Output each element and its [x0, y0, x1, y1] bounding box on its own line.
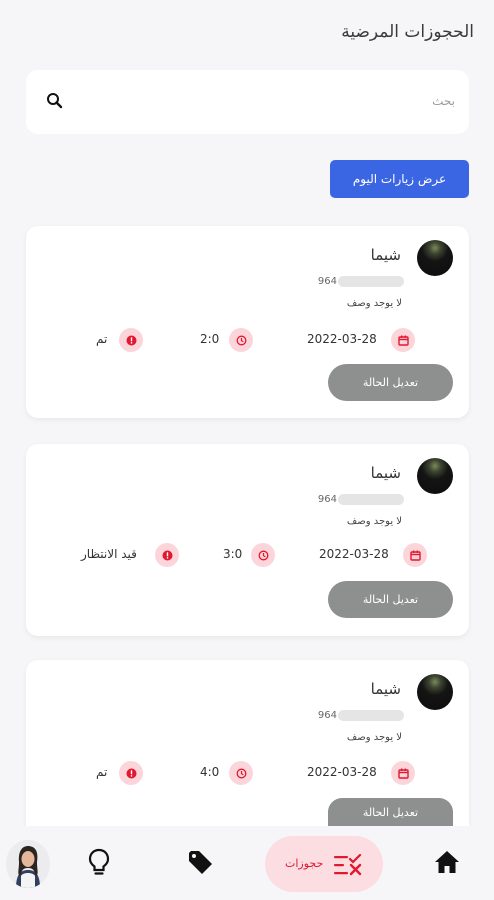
clock-icon [251, 543, 275, 567]
patient-name: شيما [370, 680, 401, 698]
edit-status-button[interactable]: تعديل الحالة [328, 798, 453, 826]
patient-name: شيما [370, 246, 401, 264]
calendar-icon [403, 543, 427, 567]
edit-status-button[interactable]: تعديل الحالة [328, 581, 453, 618]
booking-time: 4:0 [200, 765, 220, 779]
booking-time: 2:0 [200, 332, 220, 346]
clock-icon [229, 328, 253, 352]
nav-item-bookings[interactable]: حجوزات [265, 836, 383, 892]
search-icon[interactable] [46, 92, 64, 114]
patient-phone: 964 [318, 276, 404, 287]
nav-bookings-label: حجوزات [285, 857, 324, 870]
search-input[interactable]: بحث [432, 94, 455, 108]
calendar-icon [391, 761, 415, 785]
patient-avatar [417, 240, 453, 276]
bottom-navigation: حجوزات [0, 826, 494, 900]
booking-card: شيما 964 لا يوجد وصف 2022-03-28 3:0 قيد … [26, 444, 469, 636]
status-info-icon [119, 761, 143, 785]
patient-phone: 964 [318, 494, 404, 505]
booking-date: 2022-03-28 [319, 547, 389, 561]
status-info-icon [119, 328, 143, 352]
phone-redacted [338, 276, 404, 287]
page-title: الحجوزات المرضية [341, 22, 474, 42]
phone-prefix: 964 [317, 710, 337, 721]
bookings-icon [333, 853, 363, 880]
edit-status-button[interactable]: تعديل الحالة [328, 364, 453, 401]
booking-description: لا يوجد وصف [346, 298, 402, 309]
patient-avatar [417, 458, 453, 494]
booking-description: لا يوجد وصف [346, 516, 402, 527]
booking-date: 2022-03-28 [307, 332, 377, 346]
calendar-icon [391, 328, 415, 352]
phone-redacted [338, 710, 404, 721]
phone-redacted [338, 494, 404, 505]
booking-card: شيما 964 لا يوجد وصف 2022-03-28 2:0 تم ت… [26, 226, 469, 418]
status-info-icon [155, 543, 179, 567]
lightbulb-icon[interactable] [87, 848, 111, 882]
clock-icon [229, 761, 253, 785]
booking-time: 3:0 [223, 547, 243, 561]
phone-prefix: 964 [317, 276, 337, 287]
home-icon[interactable] [434, 850, 460, 878]
profile-avatar[interactable] [6, 840, 50, 888]
booking-description: لا يوجد وصف [346, 732, 402, 743]
patient-phone: 964 [318, 710, 404, 721]
patient-name: شيما [370, 464, 401, 482]
today-visits-button[interactable]: عرض زيارات اليوم [330, 160, 469, 198]
booking-card: شيما 964 لا يوجد وصف 2022-03-28 4:0 تم ت… [26, 660, 469, 826]
booking-status: قيد الانتظار [81, 547, 137, 561]
patient-avatar [417, 674, 453, 710]
phone-prefix: 964 [317, 494, 337, 505]
tag-icon[interactable] [186, 848, 214, 880]
booking-date: 2022-03-28 [307, 765, 377, 779]
booking-status: تم [96, 765, 108, 779]
search-bar[interactable]: بحث [26, 70, 469, 134]
booking-status: تم [96, 332, 108, 346]
